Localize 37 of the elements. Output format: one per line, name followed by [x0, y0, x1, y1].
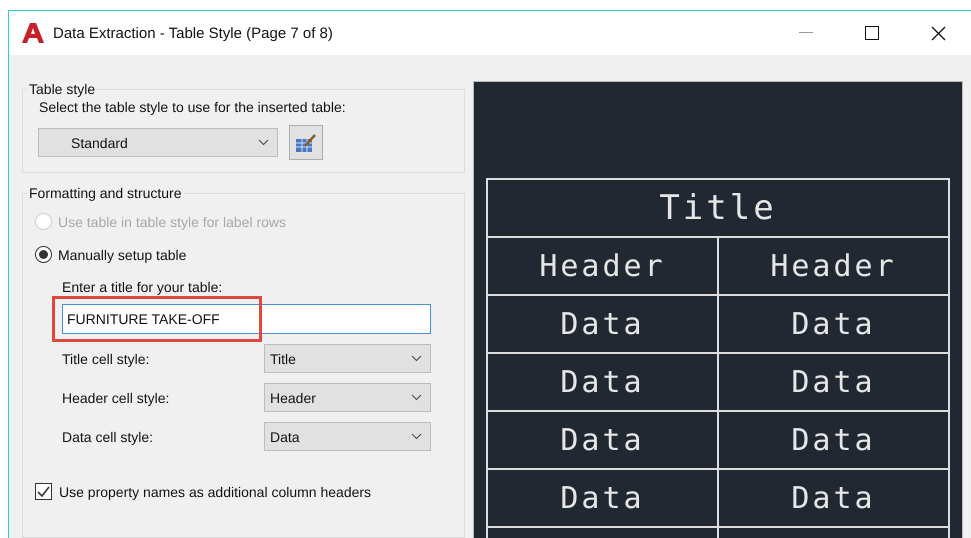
table-cell: Data — [719, 470, 950, 528]
window-title: Data Extraction - Table Style (Page 7 of 8) — [53, 24, 334, 42]
chevron-down-icon — [411, 433, 422, 440]
field-label: Data cell style: — [62, 428, 154, 444]
table-cell: Data — [488, 412, 719, 470]
edit-table-style-button[interactable] — [289, 125, 323, 160]
minimize-icon — [799, 32, 813, 34]
cell-style-dropdown[interactable]: Data — [264, 422, 431, 451]
table-title: Title — [488, 180, 950, 238]
chevron-down-icon — [258, 139, 269, 146]
table-header: Header — [488, 238, 719, 296]
instruction-text: Select the table style to use for the inserted table: — [39, 99, 346, 115]
table-cell: Data — [488, 354, 719, 412]
group-title: Table style — [28, 81, 96, 97]
app-logo-icon — [22, 23, 44, 43]
table-header: Header — [719, 238, 950, 296]
cell-style-dropdown[interactable]: Title — [264, 344, 431, 373]
table-brush-icon — [295, 132, 317, 152]
title-input-field[interactable]: FURNITURE TAKE-OFF — [62, 304, 431, 334]
chevron-down-icon — [411, 355, 422, 362]
chevron-down-icon — [411, 394, 422, 401]
close-icon — [930, 26, 946, 40]
checkmark-icon — [37, 486, 50, 497]
table-cell: Data — [488, 470, 719, 528]
table-cell: Data — [719, 412, 950, 470]
field-label: Title cell style: — [62, 350, 150, 366]
checkbox-option[interactable]: Use property names as additional column headers — [35, 483, 454, 500]
table-style-dropdown[interactable]: Standard — [38, 128, 278, 157]
table-cell: Data — [719, 354, 950, 412]
field-label: Header cell style: — [62, 390, 170, 406]
instruction-text: Enter a title for your table: — [62, 279, 222, 295]
table-cell: Data — [488, 296, 719, 354]
group-title: Formatting and structure — [28, 185, 183, 201]
cell-style-dropdown[interactable]: Header — [264, 383, 431, 412]
maximize-icon — [865, 26, 879, 40]
table-cell: Data — [719, 296, 950, 354]
radio-option[interactable]: Manually setup table — [35, 246, 454, 263]
